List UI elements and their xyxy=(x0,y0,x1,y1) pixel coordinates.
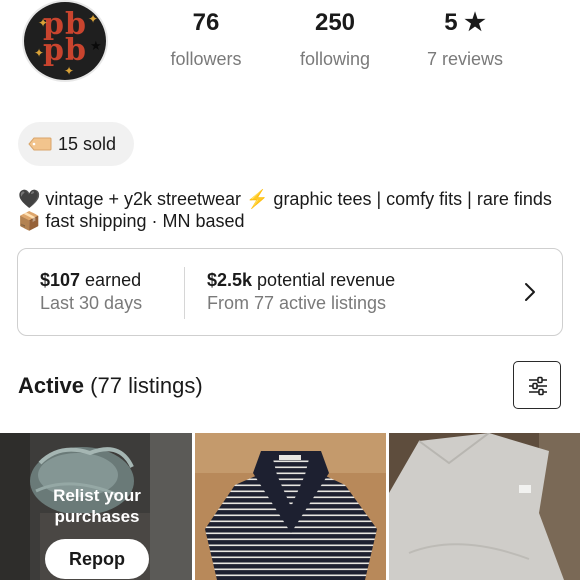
following-stat[interactable]: 250 following xyxy=(275,8,395,70)
sparkle-icon: ✦ xyxy=(38,16,49,30)
earnings-card[interactable]: $107 earned Last 30 days $2.5k potential… xyxy=(17,248,563,336)
sparkle-icon: ✦ xyxy=(64,64,75,78)
sold-badge: 15 sold xyxy=(18,122,134,166)
relist-line2: purchases xyxy=(54,507,140,526)
potential-amount: $2.5k xyxy=(207,270,253,290)
earnings-divider xyxy=(184,267,185,319)
following-label: following xyxy=(299,49,371,69)
reviews-label: 7 reviews xyxy=(426,49,504,69)
profile-bio: 🖤 vintage + y2k streetwear ⚡ graphic tee… xyxy=(18,189,552,231)
filter-button[interactable] xyxy=(513,361,561,409)
followers-stat[interactable]: 76 followers xyxy=(146,8,266,70)
followers-label: followers xyxy=(170,49,242,69)
relist-headline: Relist your purchases xyxy=(0,485,192,527)
potential-label: potential revenue xyxy=(252,270,396,290)
sparkle-icon: ✦ xyxy=(88,12,99,26)
earned-period: Last 30 days xyxy=(40,293,143,313)
repop-button[interactable]: Repop xyxy=(45,539,149,579)
price-tag-icon xyxy=(28,137,52,151)
listings-count: (77 listings) xyxy=(84,373,203,398)
chevron-right-icon xyxy=(525,283,535,301)
active-title: Active xyxy=(18,373,85,398)
followers-count: 76 xyxy=(192,9,220,36)
reviews-stat[interactable]: 5 ★ 7 reviews xyxy=(405,8,525,70)
listing-tile-striped-polo[interactable] xyxy=(195,433,386,580)
avatar-image: pb pb ✦ ✦ ✦ ★ ✦ xyxy=(22,0,108,82)
rating-value: 5 ★ xyxy=(444,9,486,36)
listing-photo xyxy=(195,433,386,580)
sparkle-icon: ✦ xyxy=(34,46,45,60)
potential-block: $2.5k potential revenue From 77 active l… xyxy=(207,269,395,314)
listing-tile-grey-tee[interactable] xyxy=(389,433,580,580)
star-icon: ★ xyxy=(90,38,102,53)
avatar[interactable]: pb pb ✦ ✦ ✦ ★ ✦ xyxy=(20,0,110,82)
relist-line1: Relist your xyxy=(53,486,141,505)
sold-count: 15 sold xyxy=(58,133,117,154)
sliders-icon xyxy=(529,376,547,396)
potential-subtext: From 77 active listings xyxy=(207,293,387,313)
earned-block: $107 earned Last 30 days xyxy=(40,269,142,314)
relist-promo-tile[interactable]: Relist your purchases Repop xyxy=(0,433,192,580)
following-count: 250 xyxy=(314,9,356,36)
active-listings-heading: Active (77 listings) xyxy=(18,372,203,400)
earned-amount: $107 xyxy=(40,270,81,290)
listing-photo xyxy=(389,433,580,580)
earned-label: earned xyxy=(80,270,142,290)
